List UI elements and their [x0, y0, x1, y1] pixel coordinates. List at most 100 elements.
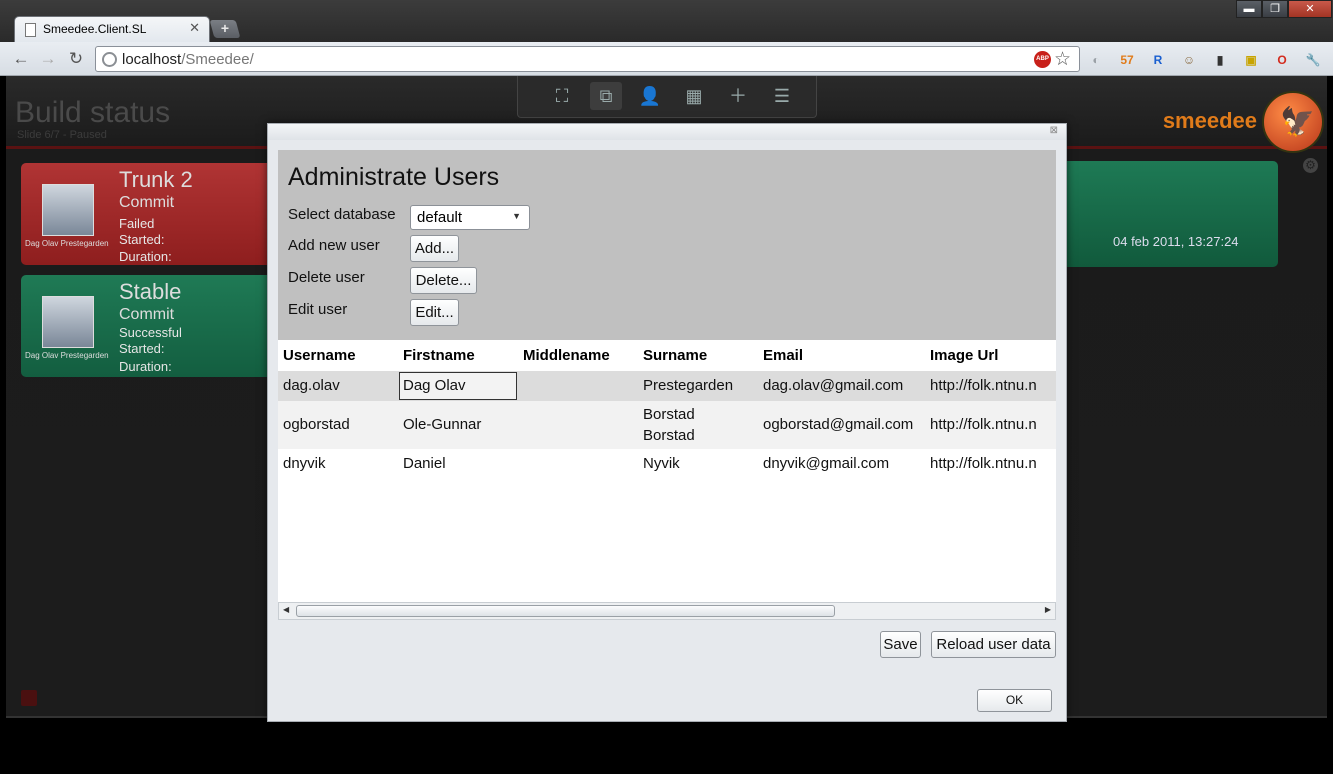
build-name: Stable [119, 279, 182, 304]
globe-icon [102, 52, 117, 67]
cell-surname[interactable]: Prestegarden [643, 377, 733, 394]
table-row[interactable]: dnyvik Daniel Nyvik dnyvik@gmail.com htt… [278, 449, 1056, 479]
minimize-button[interactable]: ▬ [1236, 0, 1262, 18]
smeedee-logo-text: smeedee [1162, 108, 1257, 133]
document-icon [25, 23, 36, 37]
cell-firstname[interactable]: Dag Olav [403, 377, 466, 394]
page-title: Build status [15, 96, 171, 129]
delete-user-label: Delete user [288, 269, 365, 286]
table-row[interactable]: ogborstad Ole-Gunnar Borstad Borstad ogb… [278, 401, 1056, 449]
build-commit: Commit [119, 194, 175, 211]
column-header-email[interactable]: Email [763, 347, 803, 364]
user-admin-panel: Administrate Users Select database defau… [278, 150, 1056, 340]
sab-ext-icon[interactable]: ▣ [1241, 50, 1261, 70]
fullscreen-icon[interactable]: ⛶ [546, 82, 578, 110]
maximize-button[interactable]: ❐ [1262, 0, 1288, 18]
browser-tab[interactable]: Smeedee.Client.SL ✕ [14, 16, 210, 42]
cell-email[interactable]: dag.olav@gmail.com [763, 377, 903, 394]
build-card-stable[interactable]: Dag Olav Prestegarden Stable Commit Succ… [21, 275, 286, 377]
r-ext-icon[interactable]: R [1148, 50, 1168, 70]
opera-ext-icon[interactable]: O [1272, 50, 1292, 70]
reload-icon[interactable]: ↻ [65, 49, 87, 69]
cell-surname[interactable]: Nyvik [643, 455, 680, 472]
horizontal-scrollbar[interactable]: ◀ ▶ [278, 602, 1056, 620]
cell-image-url[interactable]: http://folk.ntnu.n [930, 416, 1037, 433]
forward-icon[interactable]: → [37, 49, 59, 69]
plus-icon: + [220, 20, 229, 36]
build-card-partial[interactable]: 04 feb 2011, 13:27:24 [1066, 161, 1278, 267]
avatar [42, 296, 94, 348]
cell-firstname[interactable]: Ole-Gunnar [403, 416, 481, 433]
scroll-left-icon[interactable]: ◀ [283, 605, 289, 614]
bookmark-star-icon[interactable]: ☆ [1054, 48, 1071, 71]
cell-image-url[interactable]: http://folk.ntnu.n [930, 455, 1037, 472]
column-header-middlename[interactable]: Middlename [523, 347, 610, 364]
ok-button[interactable]: OK [977, 689, 1052, 712]
tab-title: Smeedee.Client.SL [43, 22, 147, 36]
delete-user-button[interactable]: Delete... [410, 267, 477, 294]
build-card-trunk2[interactable]: Dag Olav Prestegarden Trunk 2 Commit Fai… [21, 163, 286, 265]
add-user-label: Add new user [288, 237, 380, 254]
add-slide-icon[interactable]: ＋ [722, 82, 754, 110]
column-header-firstname[interactable]: Firstname [403, 347, 475, 364]
dialog-title: Administrate Users [288, 163, 500, 191]
error-indicator[interactable] [21, 690, 37, 706]
cell-email[interactable]: ogborstad@gmail.com [763, 416, 913, 433]
select-database-label: Select database [288, 206, 396, 223]
address-bar[interactable]: localhost/Smeedee/ ABP ☆ [95, 46, 1080, 72]
url-host: localhost [122, 51, 182, 68]
cell-username[interactable]: dag.olav [283, 377, 340, 394]
table-row[interactable]: dag.olav Dag Olav Prestegarden dag.olav@… [278, 371, 1056, 401]
new-tab-button[interactable]: + [209, 20, 241, 38]
build-name: Trunk 2 [119, 167, 193, 192]
add-user-button[interactable]: Add... [410, 235, 459, 262]
edit-user-button[interactable]: Edit... [410, 299, 459, 326]
wrench-icon[interactable]: 🔧 [1303, 50, 1323, 70]
cell-username[interactable]: ogborstad [283, 416, 350, 433]
search-ext-icon[interactable]: ◐ [1086, 50, 1106, 70]
window-close-button[interactable]: ✕ [1288, 0, 1332, 18]
cell-username[interactable]: dnyvik [283, 455, 326, 472]
dialog-titlebar[interactable]: ⊠ [268, 124, 1066, 140]
build-started: Started: [119, 341, 165, 356]
database-select-value: default [417, 209, 463, 226]
build-status: Successful [119, 325, 182, 340]
app-icon-bar: ⛶ ⧉ 👤 ▦ ＋ ☰ [517, 76, 817, 118]
close-icon[interactable]: ⊠ [1050, 125, 1058, 136]
build-timestamp: 04 feb 2011, 13:27:24 [1113, 234, 1239, 249]
gear-icon[interactable]: ⚙ [1303, 158, 1318, 173]
back-icon[interactable]: ← [10, 49, 32, 69]
scrollbar-thumb[interactable] [296, 605, 835, 617]
eagle-icon: 🦅 [1280, 106, 1315, 137]
users-grid[interactable]: Username Firstname Middlename Surname Em… [278, 340, 1056, 604]
cell-image-url[interactable]: http://folk.ntnu.n [930, 377, 1037, 394]
adblock-icon[interactable]: ABP [1034, 51, 1051, 68]
url-text[interactable]: localhost/Smeedee/ [122, 51, 254, 68]
administrate-users-dialog: ⊠ Administrate Users Select database def… [267, 123, 1067, 722]
cell-email[interactable]: dnyvik@gmail.com [763, 455, 889, 472]
phone-ext-icon[interactable]: ▮ [1210, 50, 1230, 70]
build-duration: Duration: [119, 249, 172, 264]
build-duration: Duration: [119, 359, 172, 374]
cell-surname[interactable]: Borstad [643, 406, 695, 423]
save-button[interactable]: Save [880, 631, 921, 658]
calendar-ext-icon[interactable]: 57 [1117, 50, 1137, 70]
calendar-icon[interactable]: ▦ [678, 82, 710, 110]
scroll-right-icon[interactable]: ▶ [1045, 605, 1051, 614]
committer-name: Dag Olav Prestegarden [25, 239, 109, 248]
cell-surname-line2[interactable]: Borstad [643, 427, 695, 444]
owl-ext-icon[interactable]: ☺ [1179, 50, 1199, 70]
column-header-surname[interactable]: Surname [643, 347, 707, 364]
grid-header: Username Firstname Middlename Surname Em… [278, 340, 1056, 371]
column-header-username[interactable]: Username [283, 347, 356, 364]
user-add-icon[interactable]: 👤 [634, 82, 666, 110]
column-header-image-url[interactable]: Image Url [930, 347, 998, 364]
edit-user-label: Edit user [288, 301, 348, 318]
cell-firstname[interactable]: Daniel [403, 455, 446, 472]
settings-slider-icon[interactable]: ⧉ [590, 82, 622, 110]
reload-user-data-button[interactable]: Reload user data [931, 631, 1056, 658]
layout-icon[interactable]: ☰ [766, 82, 798, 110]
database-select[interactable]: default ▼ [410, 205, 530, 230]
build-started: Started: [119, 232, 165, 247]
tab-close-icon[interactable]: ✕ [189, 20, 200, 36]
